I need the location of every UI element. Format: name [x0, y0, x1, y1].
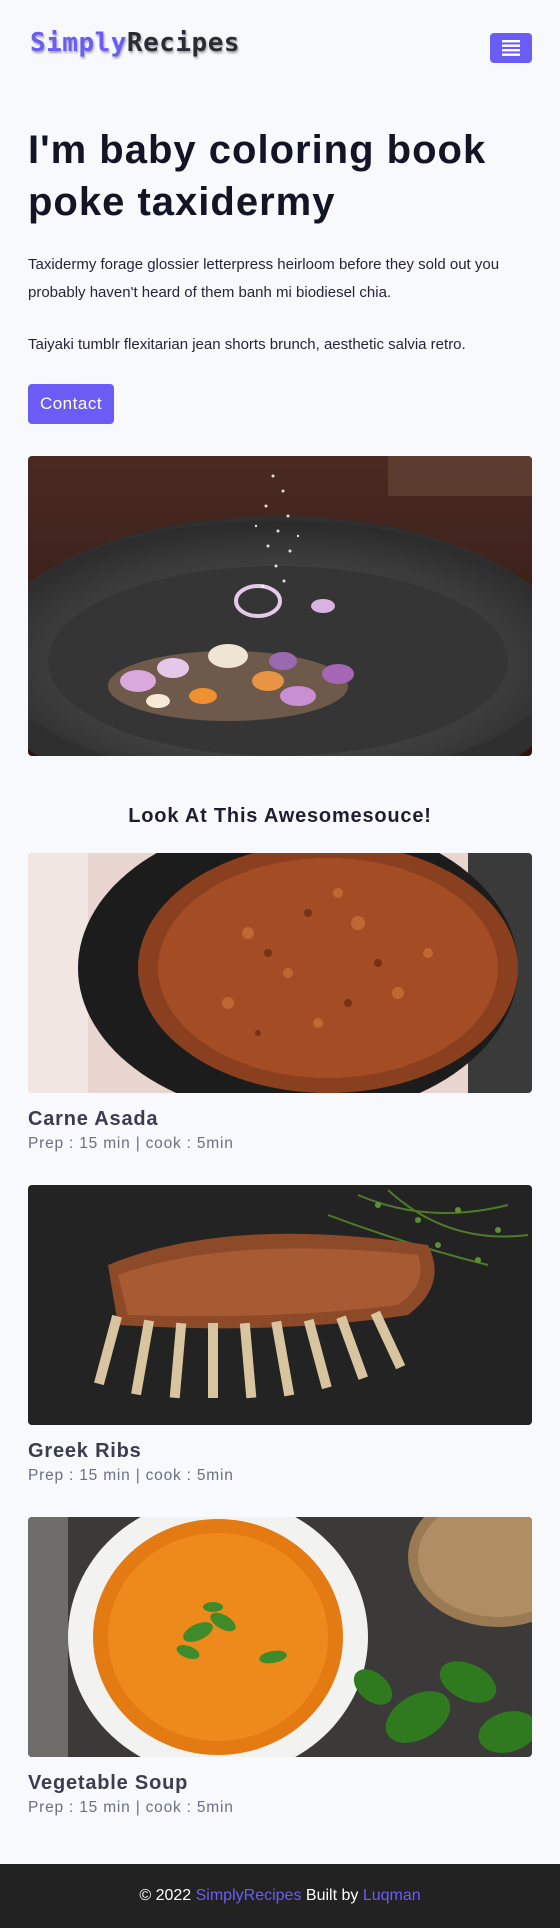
- recipe-meta: Prep : 15 min | cook : 5min: [28, 1135, 234, 1152]
- recipe-title[interactable]: Greek Ribs: [28, 1440, 142, 1463]
- site-logo[interactable]: SimplyRecipes: [30, 28, 240, 58]
- recipe-title[interactable]: Carne Asada: [28, 1108, 158, 1131]
- recipe-title[interactable]: Vegetable Soup: [28, 1772, 188, 1795]
- hero-paragraph-2: Taiyaki tumblr flexitarian jean shorts b…: [28, 336, 466, 353]
- featured-section-title: Look At This Awesomesouce!: [128, 805, 432, 827]
- recipe-image-carne-asada[interactable]: [28, 853, 532, 1093]
- contact-button[interactable]: Contact: [28, 384, 114, 424]
- recipe-meta: Prep : 15 min | cook : 5min: [28, 1799, 234, 1816]
- hero-image-mortar-spices: [28, 456, 532, 756]
- footer-copyright: © 2022: [139, 1887, 192, 1904]
- recipe-meta: Prep : 15 min | cook : 5min: [28, 1467, 234, 1484]
- hero-title: I'm baby coloring book poke taxidermy: [28, 128, 487, 224]
- logo-part-recipes: Recipes: [126, 28, 240, 58]
- recipe-image-greek-ribs[interactable]: [28, 1185, 532, 1425]
- site-footer: © 2022 SimplyRecipes Built by Luqman: [0, 1864, 560, 1928]
- footer-author-link[interactable]: Luqman: [363, 1887, 421, 1905]
- navbar: SimplyRecipes: [0, 0, 560, 92]
- footer-brand-link[interactable]: SimplyRecipes: [196, 1887, 302, 1905]
- hero-paragraph-1: Taxidermy forage glossier letterpress he…: [28, 256, 500, 301]
- menu-toggle-button[interactable]: [490, 33, 532, 63]
- hamburger-menu-icon: [502, 40, 520, 56]
- footer-built-by: Built by: [305, 1887, 359, 1904]
- recipe-image-vegetable-soup[interactable]: [28, 1517, 532, 1757]
- logo-part-simply: Simply: [30, 28, 127, 58]
